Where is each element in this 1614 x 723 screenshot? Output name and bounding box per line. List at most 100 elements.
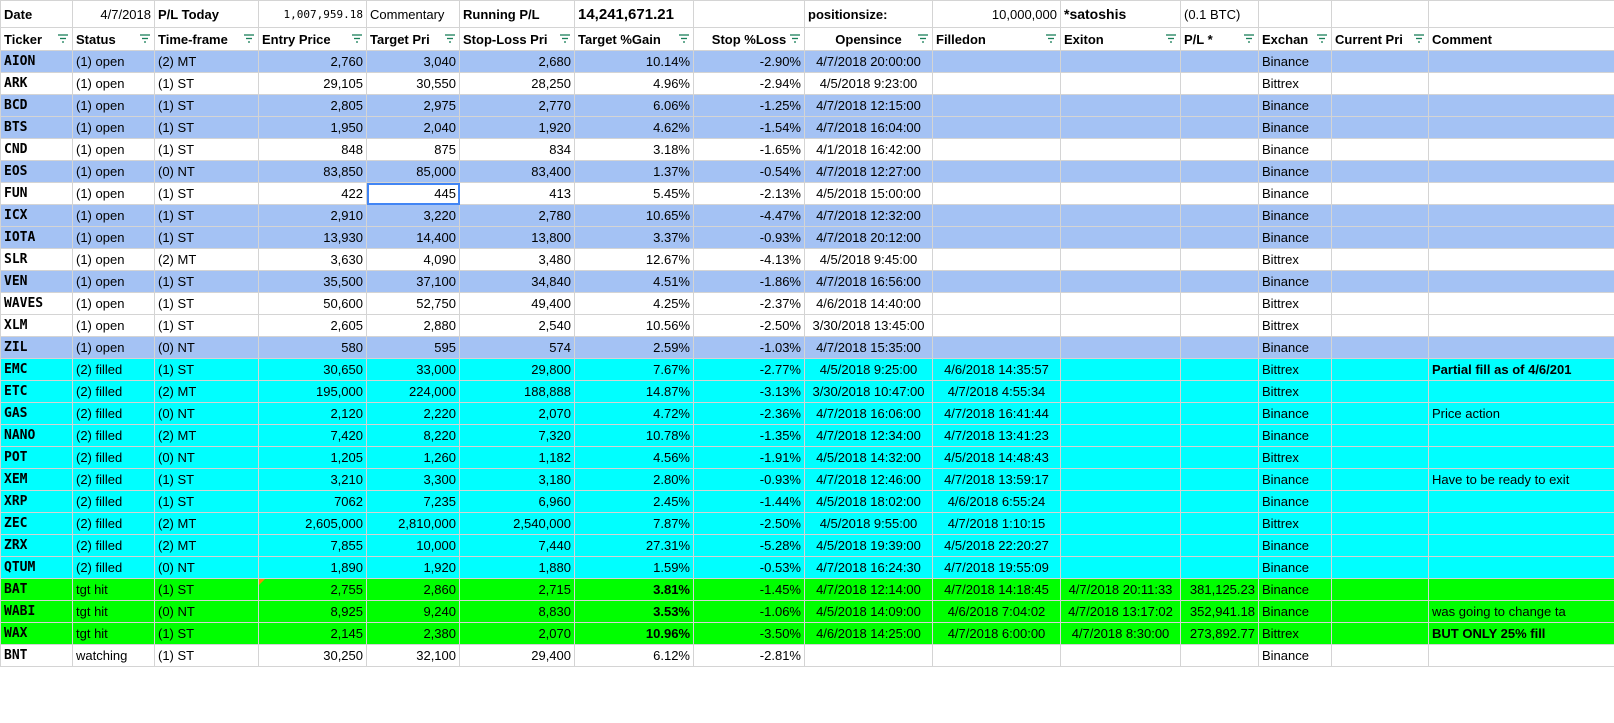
table-cell[interactable] (1428, 490, 1614, 513)
table-cell[interactable]: (2) filled (72, 380, 155, 403)
table-cell[interactable]: 50,600 (258, 292, 367, 315)
table-cell[interactable]: 29,400 (459, 644, 575, 667)
table-cell[interactable]: (2) filled (72, 358, 155, 381)
table-cell[interactable]: (1) open (72, 72, 155, 95)
table-cell[interactable] (1331, 490, 1429, 513)
table-cell[interactable]: (0) NT (154, 336, 259, 359)
table-cell[interactable]: -2.77% (693, 358, 805, 381)
table-cell[interactable] (1180, 534, 1259, 557)
table-cell[interactable] (1428, 644, 1614, 667)
ticker-cell[interactable]: XRP (0, 490, 73, 513)
ticker-cell[interactable]: GAS (0, 402, 73, 425)
table-cell[interactable]: 2,605,000 (258, 512, 367, 535)
table-cell[interactable]: -1.54% (693, 116, 805, 139)
table-cell[interactable]: 3,300 (366, 468, 460, 491)
table-cell[interactable] (1060, 314, 1181, 337)
table-cell[interactable] (1180, 94, 1259, 117)
table-cell[interactable] (1180, 292, 1259, 315)
table-cell[interactable]: (1) open (72, 270, 155, 293)
table-cell[interactable] (1331, 138, 1429, 161)
ticker-cell[interactable]: BNT (0, 644, 73, 667)
table-cell[interactable]: (2) MT (154, 424, 259, 447)
table-cell[interactable] (1331, 270, 1429, 293)
filter-icon[interactable] (1243, 33, 1255, 45)
table-cell[interactable]: 2,780 (459, 204, 575, 227)
table-cell[interactable]: Binance (1258, 204, 1332, 227)
table-cell[interactable]: 7.67% (574, 358, 694, 381)
table-cell[interactable]: 29,800 (459, 358, 575, 381)
table-cell[interactable]: 4/6/2018 14:35:57 (932, 358, 1061, 381)
table-cell[interactable] (932, 94, 1061, 117)
ticker-cell[interactable]: ZRX (0, 534, 73, 557)
table-cell[interactable] (1331, 116, 1429, 139)
table-cell[interactable] (1331, 424, 1429, 447)
table-cell[interactable] (1180, 512, 1259, 535)
table-cell[interactable] (1428, 380, 1614, 403)
ticker-cell[interactable]: BAT (0, 578, 73, 601)
filter-icon[interactable] (1045, 33, 1057, 45)
table-cell[interactable] (1180, 358, 1259, 381)
table-cell[interactable] (1060, 116, 1181, 139)
btc-label[interactable]: (0.1 BTC) (1180, 0, 1259, 28)
table-cell[interactable] (1060, 512, 1181, 535)
table-cell[interactable]: 2,810,000 (366, 512, 460, 535)
ticker-cell[interactable]: XEM (0, 468, 73, 491)
table-cell[interactable] (1180, 248, 1259, 271)
table-cell[interactable] (1060, 204, 1181, 227)
table-cell[interactable] (1428, 50, 1614, 73)
table-cell[interactable]: 2,040 (366, 116, 460, 139)
table-cell[interactable] (932, 336, 1061, 359)
table-cell[interactable] (932, 138, 1061, 161)
table-cell[interactable]: -0.93% (693, 468, 805, 491)
table-cell[interactable]: 1.59% (574, 556, 694, 579)
table-cell[interactable] (1428, 446, 1614, 469)
table-cell[interactable]: 6,960 (459, 490, 575, 513)
column-header[interactable]: Exchan (1258, 27, 1332, 51)
table-cell[interactable]: 4/5/2018 14:09:00 (804, 600, 933, 623)
table-cell[interactable]: Binance (1258, 600, 1332, 623)
table-cell[interactable]: 4/7/2018 20:12:00 (804, 226, 933, 249)
table-cell[interactable]: (2) filled (72, 402, 155, 425)
table-cell[interactable]: Binance (1258, 644, 1332, 667)
ticker-cell[interactable]: WABI (0, 600, 73, 623)
table-cell[interactable]: 10.56% (574, 314, 694, 337)
table-cell[interactable]: -0.53% (693, 556, 805, 579)
ticker-cell[interactable]: POT (0, 446, 73, 469)
table-cell[interactable]: 4/7/2018 16:24:30 (804, 556, 933, 579)
table-cell[interactable]: 6.06% (574, 94, 694, 117)
table-cell[interactable]: 2,070 (459, 402, 575, 425)
table-cell[interactable]: 4/5/2018 18:02:00 (804, 490, 933, 513)
table-cell[interactable]: (1) ST (154, 314, 259, 337)
table-cell[interactable]: (1) open (72, 204, 155, 227)
table-cell[interactable]: 352,941.18 (1180, 600, 1259, 623)
table-cell[interactable]: (2) MT (154, 50, 259, 73)
table-cell[interactable]: (1) ST (154, 578, 259, 601)
table-cell[interactable]: watching (72, 644, 155, 667)
table-cell[interactable] (1331, 226, 1429, 249)
table-cell[interactable]: 4/5/2018 9:45:00 (804, 248, 933, 271)
table-cell[interactable]: (1) ST (154, 292, 259, 315)
table-cell[interactable]: 4/7/2018 1:10:15 (932, 512, 1061, 535)
table-cell[interactable]: Bittrex (1258, 314, 1332, 337)
table-cell[interactable]: 188,888 (459, 380, 575, 403)
table-cell[interactable]: 4/7/2018 12:32:00 (804, 204, 933, 227)
table-cell[interactable]: (1) open (72, 182, 155, 205)
table-cell[interactable]: (1) ST (154, 226, 259, 249)
table-cell[interactable]: 10.78% (574, 424, 694, 447)
table-cell[interactable] (1060, 490, 1181, 513)
table-cell[interactable]: 7,420 (258, 424, 367, 447)
table-cell[interactable]: (2) MT (154, 248, 259, 271)
table-cell[interactable] (1060, 446, 1181, 469)
table-cell[interactable]: -0.54% (693, 160, 805, 183)
filter-icon[interactable] (1413, 33, 1425, 45)
column-header[interactable]: Time-frame (154, 27, 259, 51)
table-cell[interactable]: Binance (1258, 270, 1332, 293)
table-cell[interactable] (1331, 314, 1429, 337)
table-cell[interactable]: 10.65% (574, 204, 694, 227)
ticker-cell[interactable]: ZEC (0, 512, 73, 535)
table-cell[interactable]: -3.50% (693, 622, 805, 645)
table-cell[interactable]: 12.67% (574, 248, 694, 271)
table-cell[interactable] (1428, 336, 1614, 359)
table-cell[interactable]: 381,125.23 (1180, 578, 1259, 601)
table-cell[interactable] (1060, 138, 1181, 161)
